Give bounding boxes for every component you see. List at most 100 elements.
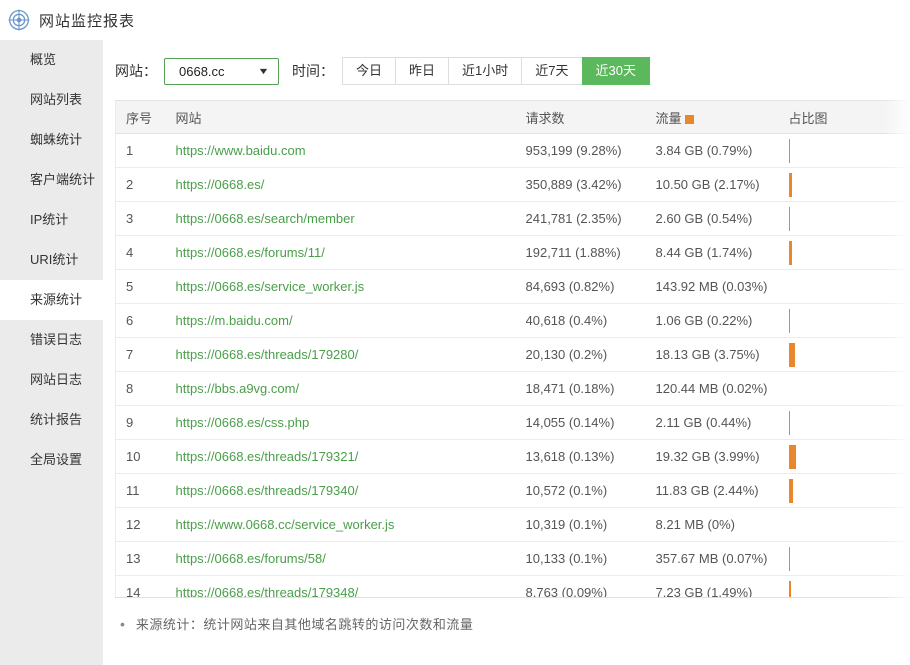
site-link[interactable]: https://0668.es/search/member xyxy=(176,211,355,226)
ratio-bar-cell xyxy=(789,406,910,440)
row-site-cell: https://0668.es/service_worker.js xyxy=(176,270,526,304)
row-index: 10 xyxy=(116,440,176,474)
row-site-cell: https://0668.es/search/member xyxy=(176,202,526,236)
site-link[interactable]: https://0668.es/service_worker.js xyxy=(176,279,365,294)
time-today-button[interactable]: 今日 xyxy=(342,57,396,85)
ratio-bar-cell xyxy=(789,270,910,304)
row-site-cell: https://www.0668.cc/service_worker.js xyxy=(176,508,526,542)
row-index: 1 xyxy=(116,134,176,168)
traffic-ratio-bar xyxy=(789,445,796,469)
site-link[interactable]: https://m.baidu.com/ xyxy=(176,313,293,328)
time-yesterday-button[interactable]: 昨日 xyxy=(395,57,449,85)
requests-value: 8,763 (0.09%) xyxy=(526,576,656,599)
target-logo-icon xyxy=(8,9,30,31)
footnote: • 来源统计：统计网站来自其他域名跳转的访问次数和流量 xyxy=(115,614,910,633)
site-link[interactable]: https://www.baidu.com xyxy=(176,143,306,158)
traffic-value: 11.83 GB (2.44%) xyxy=(656,474,789,508)
requests-value: 14,055 (0.14%) xyxy=(526,406,656,440)
filter-bar: 网站： 0668.cc ▼ 时间： 今日昨日近1小时近7天近30天 xyxy=(115,57,910,85)
footnote-text: 来源统计：统计网站来自其他域名跳转的访问次数和流量 xyxy=(136,614,474,633)
bullet-icon: • xyxy=(120,616,125,632)
requests-value: 13,618 (0.13%) xyxy=(526,440,656,474)
traffic-value: 1.06 GB (0.22%) xyxy=(656,304,789,338)
time-filter-label: 时间： xyxy=(292,61,334,81)
row-site-cell: https://0668.es/threads/179321/ xyxy=(176,440,526,474)
site-link[interactable]: https://0668.es/threads/179321/ xyxy=(176,449,359,464)
row-site-cell: https://bbs.a9vg.com/ xyxy=(176,372,526,406)
traffic-value: 7.23 GB (1.49%) xyxy=(656,576,789,599)
sidebar-item-referrer-stats[interactable]: 来源统计 xyxy=(0,280,103,320)
time-last-30-days-button[interactable]: 近30天 xyxy=(582,57,650,85)
traffic-value: 10.50 GB (2.17%) xyxy=(656,168,789,202)
sidebar-item-global-settings[interactable]: 全局设置 xyxy=(0,440,103,480)
ratio-bar-cell xyxy=(789,168,910,202)
traffic-value: 143.92 MB (0.03%) xyxy=(656,270,789,304)
traffic-value: 8.21 MB (0%) xyxy=(656,508,789,542)
ratio-bar-cell xyxy=(789,338,910,372)
ratio-bar-cell xyxy=(789,236,910,270)
traffic-ratio-bar xyxy=(789,241,792,265)
table-row: 1https://www.baidu.com 953,199 (9.28%)3.8… xyxy=(116,134,910,168)
site-link[interactable]: https://bbs.a9vg.com/ xyxy=(176,381,300,396)
row-index: 8 xyxy=(116,372,176,406)
site-link[interactable]: https://0668.es/ xyxy=(176,177,265,192)
time-last-1-hour-button[interactable]: 近1小时 xyxy=(448,57,522,85)
traffic-legend-square-icon xyxy=(685,115,694,124)
site-link[interactable]: https://0668.es/forums/11/ xyxy=(176,245,325,260)
site-select[interactable]: 0668.cc ▼ xyxy=(164,58,279,85)
requests-value: 953,199 (9.28%) xyxy=(526,134,656,168)
row-site-cell: https://0668.es/css.php xyxy=(176,406,526,440)
traffic-value: 19.32 GB (3.99%) xyxy=(656,440,789,474)
sidebar-item-stats-report[interactable]: 统计报告 xyxy=(0,400,103,440)
sidebar: 概览网站列表蜘蛛统计客户端统计IP统计URI统计来源统计错误日志网站日志统计报告… xyxy=(0,40,103,665)
table-row: 10https://0668.es/threads/179321/13,618 … xyxy=(116,440,910,474)
column-header-requests: 请求数 xyxy=(526,101,656,134)
ratio-bar-cell xyxy=(789,474,910,508)
sidebar-item-site-log[interactable]: 网站日志 xyxy=(0,360,103,400)
table-body: 1https://www.baidu.com 953,199 (9.28%)3.8… xyxy=(116,134,910,599)
ratio-bar-cell xyxy=(789,576,910,599)
table-row: 7https://0668.es/threads/179280/20,130 (… xyxy=(116,338,910,372)
site-link[interactable]: https://0668.es/forums/58/ xyxy=(176,551,326,566)
requests-value: 84,693 (0.82%) xyxy=(526,270,656,304)
row-site-cell: https://0668.es/threads/179280/ xyxy=(176,338,526,372)
row-index: 12 xyxy=(116,508,176,542)
row-index: 7 xyxy=(116,338,176,372)
row-site-cell: https://0668.es/threads/179340/ xyxy=(176,474,526,508)
site-link[interactable]: https://0668.es/css.php xyxy=(176,415,310,430)
traffic-ratio-bar xyxy=(789,581,792,599)
table-row: 3https://0668.es/search/member241,781 (2… xyxy=(116,202,910,236)
traffic-value: 3.84 GB (0.79%) xyxy=(656,134,789,168)
row-index: 11 xyxy=(116,474,176,508)
table-row: 13https://0668.es/forums/58/10,133 (0.1%… xyxy=(116,542,910,576)
sidebar-item-spider-stats[interactable]: 蜘蛛统计 xyxy=(0,120,103,160)
site-link[interactable]: https://0668.es/threads/179280/ xyxy=(176,347,359,362)
row-index: 5 xyxy=(116,270,176,304)
site-filter-label: 网站： xyxy=(115,61,157,81)
main-content: 网站： 0668.cc ▼ 时间： 今日昨日近1小时近7天近30天 序号 网站 … xyxy=(103,40,910,665)
column-header-site: 网站 xyxy=(176,101,526,134)
traffic-ratio-bar xyxy=(789,173,793,197)
ratio-bar-cell xyxy=(789,304,910,338)
traffic-value: 357.67 MB (0.07%) xyxy=(656,542,789,576)
sidebar-item-site-list[interactable]: 网站列表 xyxy=(0,80,103,120)
time-last-7-days-button[interactable]: 近7天 xyxy=(521,57,582,85)
sidebar-item-client-stats[interactable]: 客户端统计 xyxy=(0,160,103,200)
sidebar-item-error-log[interactable]: 错误日志 xyxy=(0,320,103,360)
column-header-index: 序号 xyxy=(116,101,176,134)
traffic-value: 2.11 GB (0.44%) xyxy=(656,406,789,440)
requests-value: 10,572 (0.1%) xyxy=(526,474,656,508)
sidebar-item-ip-stats[interactable]: IP统计 xyxy=(0,200,103,240)
traffic-ratio-bar xyxy=(789,411,790,435)
row-index: 14 xyxy=(116,576,176,599)
row-index: 2 xyxy=(116,168,176,202)
site-link[interactable]: https://www.0668.cc/service_worker.js xyxy=(176,517,395,532)
row-site-cell: https://0668.es/ xyxy=(176,168,526,202)
site-link[interactable]: https://0668.es/threads/179340/ xyxy=(176,483,359,498)
sidebar-item-overview[interactable]: 概览 xyxy=(0,40,103,80)
traffic-value: 120.44 MB (0.02%) xyxy=(656,372,789,406)
table-row: 9https://0668.es/css.php14,055 (0.14%)2.… xyxy=(116,406,910,440)
site-link[interactable]: https://0668.es/threads/179348/ xyxy=(176,585,359,598)
sidebar-item-uri-stats[interactable]: URI统计 xyxy=(0,240,103,280)
table-row: 2https://0668.es/350,889 (3.42%)10.50 GB… xyxy=(116,168,910,202)
